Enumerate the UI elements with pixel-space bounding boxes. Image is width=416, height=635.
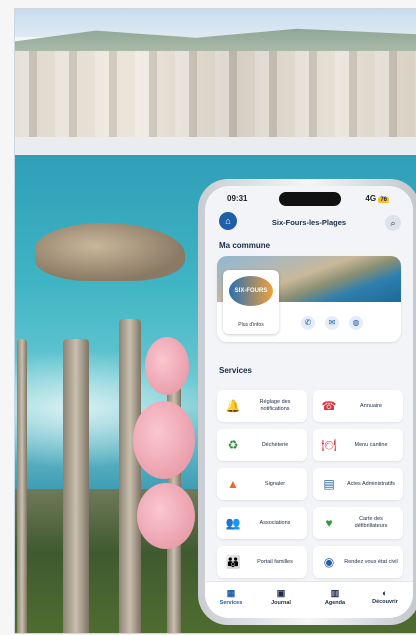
service-tile[interactable]: 🍽 Menu cantine bbox=[313, 429, 403, 461]
service-label: Déchèterie bbox=[261, 441, 289, 448]
service-label: Annuaire bbox=[359, 402, 383, 409]
fence-post bbox=[63, 339, 89, 633]
mail-icon[interactable]: ✉ bbox=[325, 316, 339, 330]
service-label: Associations bbox=[259, 519, 291, 526]
search-icon[interactable]: ⌕ bbox=[385, 215, 401, 231]
plate-icon: 🍽 bbox=[321, 438, 337, 452]
service-tile[interactable]: ◉ Rendez vous état civil bbox=[313, 546, 403, 578]
city-logo: SIX-FOURS Plus d'infos bbox=[223, 270, 279, 334]
bottom-tab-bar: ▦ Services ▣ Journal ▥ Agenda ◐ Découvri… bbox=[205, 581, 413, 618]
app-header: ⌂ Six-Fours-les-Plages ⌕ bbox=[205, 210, 413, 234]
thumb bbox=[145, 337, 189, 395]
service-tile[interactable]: 👪 Portail familles bbox=[217, 546, 307, 578]
service-label: Carte des défibrillateurs bbox=[354, 516, 388, 529]
crest-mark: SIX-FOURS bbox=[229, 276, 273, 306]
grid-icon: ▦ bbox=[226, 588, 236, 598]
service-tile[interactable]: ♥ Carte des défibrillateurs bbox=[313, 507, 403, 539]
family-icon: 👪 bbox=[225, 555, 241, 569]
smartphone: 09:31 4G 76 ⌂ Six-Fours-les-Plages ⌕ Ma … bbox=[198, 179, 416, 625]
tab-label: Découvrir bbox=[372, 599, 398, 605]
phone-screen: 09:31 4G 76 ⌂ Six-Fours-les-Plages ⌕ Ma … bbox=[205, 186, 413, 618]
service-label: Menu cantine bbox=[354, 441, 388, 448]
recycle-icon: ♻ bbox=[227, 438, 239, 452]
commune-card[interactable]: SIX-FOURS Plus d'infos ✆ ✉ ◍ bbox=[217, 256, 401, 342]
town-buildings bbox=[15, 51, 416, 143]
cone-icon: ▲ bbox=[227, 477, 239, 491]
service-tile[interactable]: ☎ Annuaire bbox=[313, 390, 403, 422]
finger bbox=[137, 483, 195, 549]
tab-agenda[interactable]: ▥ Agenda bbox=[315, 588, 355, 606]
fence-post bbox=[17, 339, 27, 633]
service-label: Signaler bbox=[264, 480, 286, 487]
service-label: Réglage des notifications bbox=[259, 399, 291, 412]
service-label: Actes Administratifs bbox=[347, 480, 395, 487]
service-label: Rendez vous état civil bbox=[344, 558, 398, 565]
tab-label: Journal bbox=[271, 600, 291, 606]
people-icon: 👥 bbox=[225, 516, 241, 530]
status-time: 09:31 bbox=[227, 194, 248, 203]
service-tile[interactable]: ▤ Actes Administratifs bbox=[313, 468, 403, 500]
network-label: 4G bbox=[365, 194, 377, 203]
tab-decouvrir[interactable]: ◐ Découvrir bbox=[365, 588, 405, 605]
service-label: Portail familles bbox=[257, 558, 293, 565]
dynamic-island bbox=[279, 192, 341, 206]
globe-icon[interactable]: ◍ bbox=[349, 316, 363, 330]
service-tile[interactable]: 👥 Associations bbox=[217, 507, 307, 539]
commune-heading: Ma commune bbox=[219, 241, 271, 250]
calendar-icon: ▥ bbox=[330, 588, 340, 598]
services-heading: Services bbox=[219, 366, 252, 375]
battery-indicator: 76 bbox=[378, 197, 389, 203]
fence-post bbox=[119, 319, 141, 633]
document-icon: ▤ bbox=[323, 477, 335, 491]
service-tile[interactable]: 🔔 Réglage des notifications bbox=[217, 390, 307, 422]
newspaper-icon: ▣ bbox=[276, 588, 286, 598]
bell-icon: 🔔 bbox=[225, 399, 241, 413]
harbor-quay bbox=[15, 137, 416, 155]
more-info-link[interactable]: Plus d'infos bbox=[223, 322, 279, 328]
tab-label: Services bbox=[219, 600, 243, 606]
photo-frame: 09:31 4G 76 ⌂ Six-Fours-les-Plages ⌕ Ma … bbox=[14, 8, 416, 634]
service-tile[interactable]: ♻ Déchèterie bbox=[217, 429, 307, 461]
finger bbox=[133, 401, 195, 479]
defibrillator-icon: ♥ bbox=[325, 516, 333, 530]
passport-icon: ◉ bbox=[323, 555, 335, 569]
status-bar: 09:31 4G 76 bbox=[205, 186, 413, 208]
tab-services[interactable]: ▦ Services bbox=[211, 588, 251, 606]
phone-icon: ☎ bbox=[321, 399, 337, 413]
phone-icon[interactable]: ✆ bbox=[301, 316, 315, 330]
tab-label: Agenda bbox=[324, 600, 346, 606]
tab-journal[interactable]: ▣ Journal bbox=[261, 588, 301, 606]
app-title: Six-Fours-les-Plages bbox=[271, 218, 347, 227]
service-tile[interactable]: ▲ Signaler bbox=[217, 468, 307, 500]
network-indicator: 4G 76 bbox=[365, 194, 389, 203]
compass-icon: ◐ bbox=[382, 588, 388, 598]
